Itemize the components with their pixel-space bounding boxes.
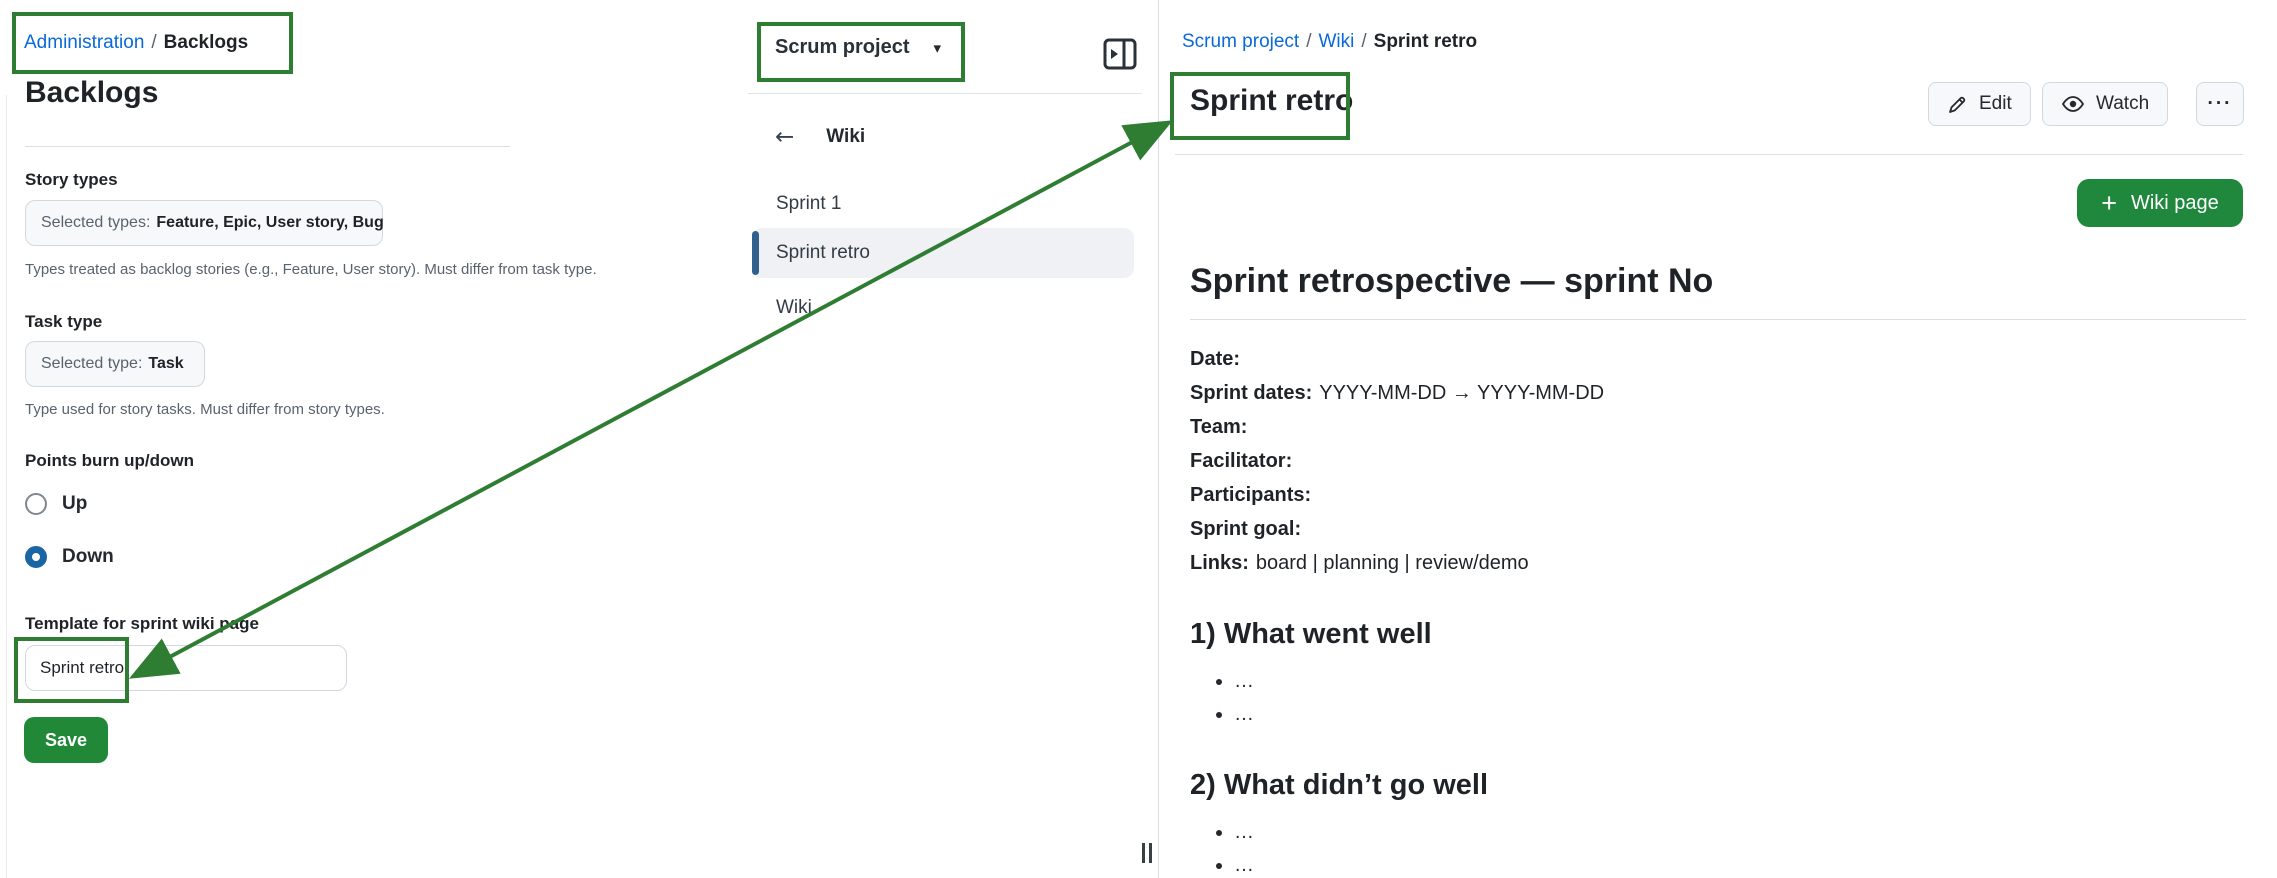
wiki-nav-header: ← Wiki xyxy=(775,124,865,150)
bullet-list: … … xyxy=(1190,816,2246,878)
sidebar-item-sprint-1[interactable]: Sprint 1 xyxy=(752,180,1134,228)
task-type-prefix: Selected type: xyxy=(41,355,143,372)
breadcrumb-link-wiki[interactable]: Wiki xyxy=(1318,31,1354,52)
sidebar-item-label: Wiki xyxy=(776,297,812,318)
radio-option-up[interactable]: Up xyxy=(25,493,87,515)
story-types-selector[interactable]: Selected types: Feature, Epic, User stor… xyxy=(25,200,384,246)
meta-line-participants: Participants: xyxy=(1190,478,2246,512)
meta-value: board | planning | review/demo xyxy=(1255,552,1529,574)
list-item: … xyxy=(1234,698,2246,731)
meta-label: Facilitator: xyxy=(1190,450,1293,472)
chevron-down-icon: ▾ xyxy=(933,38,942,57)
sidebar-item-sprint-retro[interactable]: Sprint retro xyxy=(752,228,1134,278)
radio-down-circle[interactable] xyxy=(25,546,47,568)
project-menu-button[interactable]: Scrum project ▾ xyxy=(775,36,941,59)
list-item: … xyxy=(1234,849,2246,878)
meta-block: Date: Sprint dates: YYYY-MM-DD → YYYY-MM-… xyxy=(1190,342,2246,580)
collapse-sidebar-button[interactable] xyxy=(1100,34,1140,74)
meta-label: Sprint goal: xyxy=(1190,518,1302,540)
meta-line-date: Date: xyxy=(1190,342,2246,376)
meta-line-facilitator: Facilitator: xyxy=(1190,444,2246,478)
selected-item-indicator xyxy=(752,231,759,275)
content-heading: Sprint retrospective — sprint No xyxy=(1190,262,2246,320)
divider xyxy=(748,93,1142,94)
story-types-prefix: Selected types: xyxy=(41,214,151,231)
template-label: Template for sprint wiki page xyxy=(25,614,259,633)
radio-up-circle[interactable] xyxy=(25,493,47,515)
ellipsis-icon: ··· xyxy=(2207,93,2233,114)
meta-label: Team: xyxy=(1190,416,1248,438)
breadcrumb-current-backlogs: Backlogs xyxy=(163,32,249,53)
list-item: … xyxy=(1234,816,2246,849)
watch-button-label: Watch xyxy=(2096,93,2150,114)
sidebar-item-label: Sprint retro xyxy=(776,242,870,263)
breadcrumb-current-page: Sprint retro xyxy=(1373,31,1478,52)
back-arrow-icon[interactable]: ← xyxy=(775,124,794,150)
page-title: Backlogs xyxy=(25,76,159,109)
more-actions-button[interactable]: ··· xyxy=(2196,82,2244,126)
meta-label: Links: xyxy=(1190,552,1249,574)
meta-line-links: Links: board | planning | review/demo xyxy=(1190,546,2246,580)
bullet-list: … … xyxy=(1190,665,2246,731)
radio-down-label: Down xyxy=(62,546,114,567)
collapse-sidebar-icon xyxy=(1103,38,1137,70)
sidebar-item-label: Sprint 1 xyxy=(776,193,842,214)
radio-option-down[interactable]: Down xyxy=(25,546,114,568)
story-types-label: Story types xyxy=(25,170,118,189)
plus-icon: + xyxy=(2101,187,2117,218)
wiki-page-title: Sprint retro xyxy=(1190,84,1354,117)
points-burn-label: Points burn up/down xyxy=(25,451,195,470)
meta-value: YYYY-MM-DD → YYYY-MM-DD xyxy=(1319,382,1605,404)
edit-button[interactable]: Edit xyxy=(1928,82,2031,126)
meta-line-sprint-goal: Sprint goal: xyxy=(1190,512,2246,546)
meta-label: Sprint dates: xyxy=(1190,382,1313,404)
section-heading-didnt-go-well: 2) What didn’t go well xyxy=(1190,769,1489,801)
meta-line-sprint-dates: Sprint dates: YYYY-MM-DD → YYYY-MM-DD xyxy=(1190,376,2246,410)
breadcrumb-separator: / xyxy=(1361,31,1367,52)
story-types-value: Feature, Epic, User story, Bug xyxy=(156,214,384,231)
save-button[interactable]: Save xyxy=(24,717,108,763)
task-type-help: Type used for story tasks. Must differ f… xyxy=(25,401,385,418)
meta-line-team: Team: xyxy=(1190,410,2246,444)
breadcrumb-separator: / xyxy=(151,32,157,53)
template-input[interactable] xyxy=(25,645,347,691)
pencil-icon xyxy=(1947,94,1968,115)
divider xyxy=(1175,154,2243,155)
wiki-page-content: Sprint retrospective — sprint No Date: S… xyxy=(1190,248,2246,878)
add-wiki-page-label: Wiki page xyxy=(2130,191,2219,214)
panel-left-border xyxy=(6,95,7,878)
watch-button[interactable]: Watch xyxy=(2042,82,2169,126)
add-wiki-page-button[interactable]: + Wiki page xyxy=(2077,179,2243,227)
resize-handle-icon[interactable] xyxy=(1142,843,1152,863)
breadcrumb-separator: / xyxy=(1306,31,1312,52)
wiki-nav-title: Wiki xyxy=(826,126,866,147)
sidebar-item-wiki[interactable]: Wiki xyxy=(752,284,1134,332)
meta-label: Date: xyxy=(1190,348,1241,370)
task-type-selector[interactable]: Selected type: Task xyxy=(25,341,205,387)
task-type-label: Task type xyxy=(25,312,103,331)
wiki-breadcrumb: Scrum project / Wiki / Sprint retro xyxy=(1182,31,1477,53)
project-name: Scrum project xyxy=(775,36,910,58)
task-type-value: Task xyxy=(148,355,184,372)
breadcrumb-link-project[interactable]: Scrum project xyxy=(1182,31,1299,52)
eye-icon xyxy=(2061,94,2085,114)
breadcrumb-link-administration[interactable]: Administration xyxy=(24,32,144,53)
sidebar-resize-divider[interactable] xyxy=(1158,0,1159,878)
meta-label: Participants: xyxy=(1190,484,1312,506)
story-types-help: Types treated as backlog stories (e.g., … xyxy=(25,261,597,278)
breadcrumb: Administration / Backlogs xyxy=(24,32,248,54)
section-heading-went-well: 1) What went well xyxy=(1190,618,1432,650)
edit-button-label: Edit xyxy=(1979,93,2012,114)
divider xyxy=(25,146,510,147)
radio-up-label: Up xyxy=(62,493,88,514)
list-item: … xyxy=(1234,665,2246,698)
